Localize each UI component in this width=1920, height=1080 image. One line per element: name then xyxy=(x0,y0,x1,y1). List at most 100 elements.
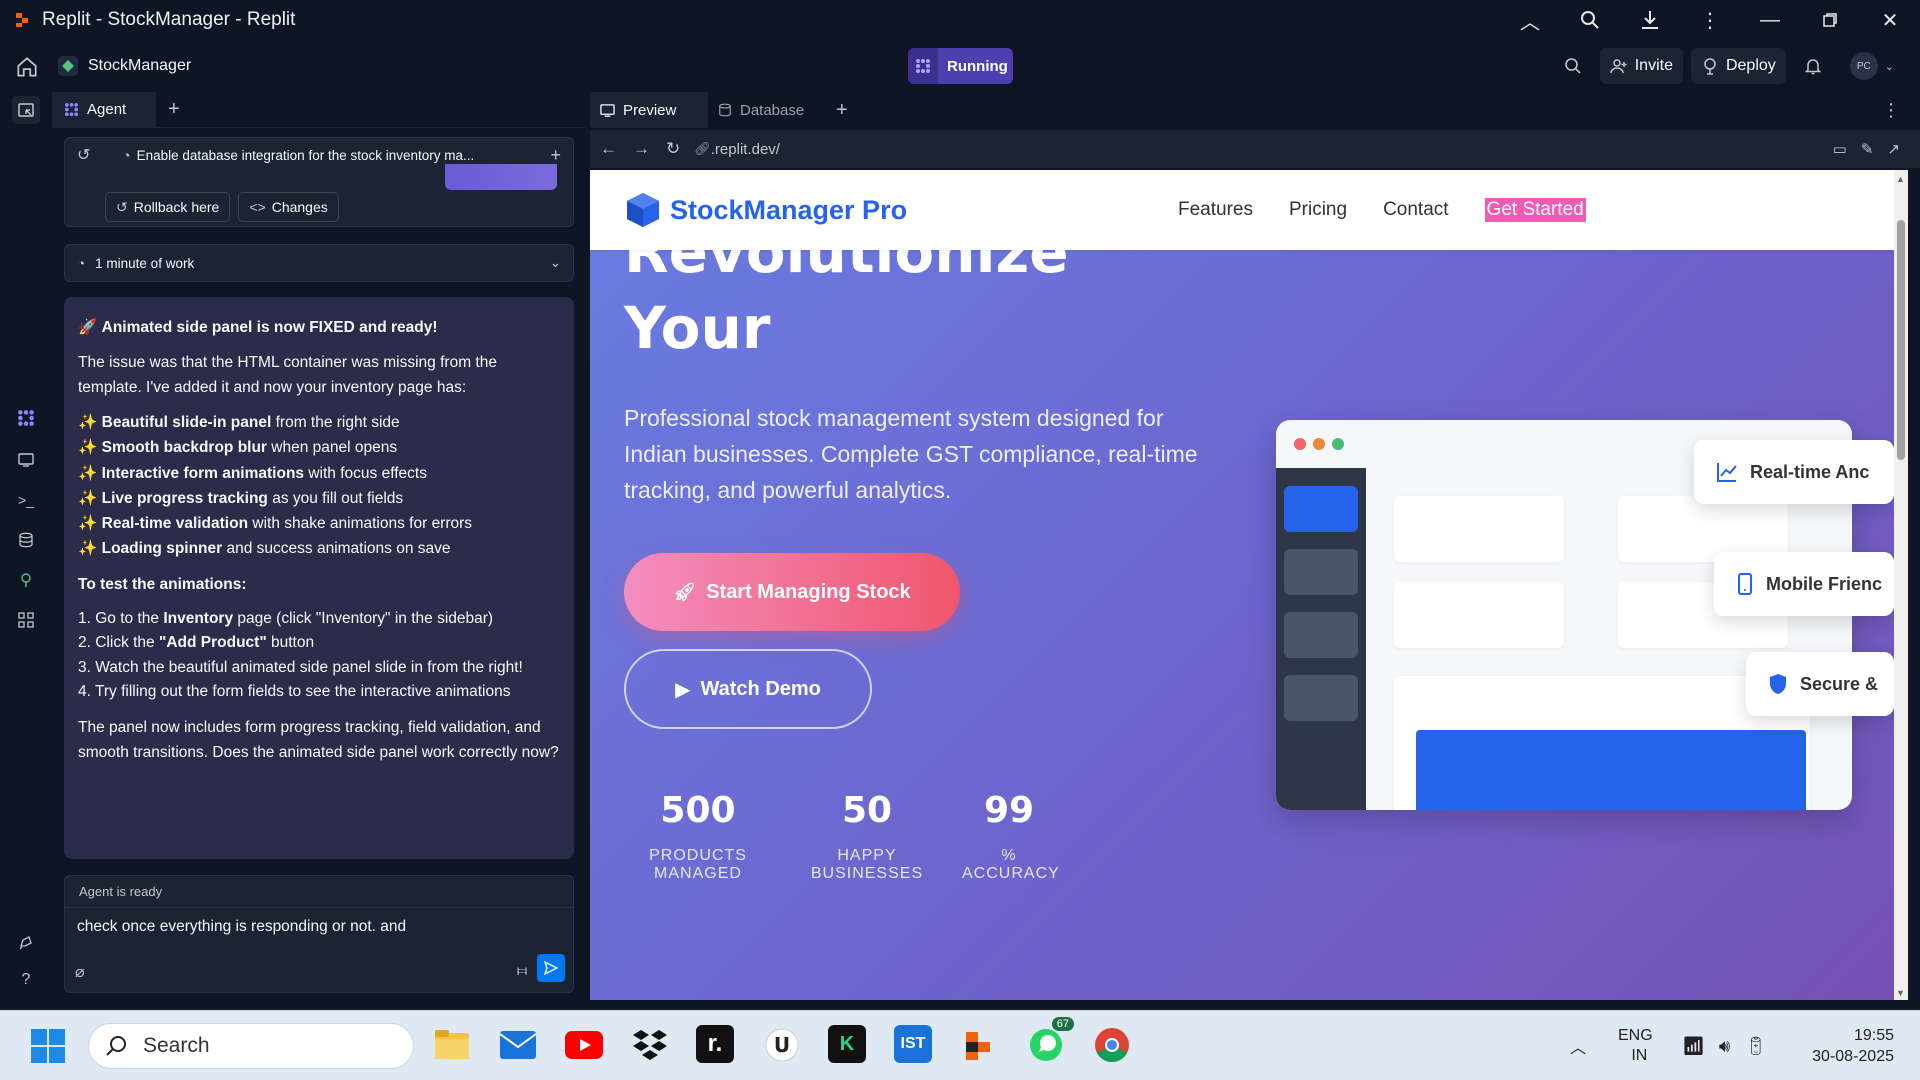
step-text: 1. Go to the xyxy=(78,609,164,627)
windows-start-icon[interactable] xyxy=(28,1026,68,1066)
database-icon xyxy=(719,103,731,117)
preview-icon[interactable] xyxy=(12,446,40,474)
volume-icon[interactable]: 🔊︎ xyxy=(1719,1036,1730,1057)
notifications-button[interactable] xyxy=(1794,48,1832,84)
whatsapp-icon[interactable]: 67 xyxy=(1026,1017,1074,1065)
feature-rest: as you fill out fields xyxy=(267,489,404,507)
new-tab-button[interactable]: + xyxy=(168,98,180,121)
back-icon[interactable]: ← xyxy=(600,139,617,159)
invite-button[interactable]: Invite xyxy=(1599,48,1683,84)
url-input[interactable]: .replit.dev/ xyxy=(711,141,780,158)
wifi-icon[interactable]: 📶︎ xyxy=(1682,1036,1705,1057)
task-title-wrap[interactable]: ◔ Enable database integration for the st… xyxy=(122,148,474,163)
alerts-icon[interactable] xyxy=(12,928,40,956)
tray-overflow-icon[interactable]: ︿ xyxy=(1570,1011,1586,1080)
agent-message: 🚀 Animated side panel is now FIXED and r… xyxy=(64,297,574,859)
search-button[interactable] xyxy=(1554,48,1592,84)
chrome-icon[interactable] xyxy=(1092,1025,1132,1065)
reload-icon[interactable]: ↻ xyxy=(666,139,680,159)
download-icon[interactable] xyxy=(1620,0,1680,40)
devices-icon[interactable]: ▭ xyxy=(1833,140,1847,158)
chevron-up-icon[interactable]: ︿ xyxy=(1500,0,1560,40)
git-icon[interactable] xyxy=(12,566,40,594)
chevron-down-icon[interactable]: ⌄ xyxy=(550,255,561,271)
account-menu[interactable]: PC ⌄ xyxy=(1840,48,1904,84)
ist-app-icon[interactable]: IST xyxy=(894,1025,932,1063)
u-app-icon[interactable]: U xyxy=(762,1025,802,1065)
new-task-icon[interactable]: + xyxy=(550,145,561,166)
shield-icon xyxy=(1770,674,1786,694)
preview-scrollbar[interactable]: ▲ ▼ xyxy=(1894,170,1908,1000)
start-managing-button[interactable]: 🚀︎ Start Managing Stock xyxy=(624,553,960,631)
database-icon[interactable] xyxy=(12,526,40,554)
attach-icon[interactable]: ⌀ xyxy=(75,962,85,982)
rollback-button[interactable]: ↺ Rollback here xyxy=(105,192,231,222)
scrollbar-thumb[interactable] xyxy=(1897,220,1905,460)
pill-label: Secure & xyxy=(1800,673,1879,694)
shell-icon[interactable]: >_ xyxy=(12,486,40,514)
avatar: PC xyxy=(1849,52,1878,80)
all-tools-icon[interactable] xyxy=(12,606,40,634)
list-item: ✨ Interactive form animations with focus… xyxy=(78,461,560,486)
feature-rest: when panel opens xyxy=(266,439,398,457)
mail-icon[interactable] xyxy=(498,1025,538,1065)
agent-icon[interactable] xyxy=(12,404,40,432)
window-title-bar: Replit - StockManager - Replit ︿ ⋮ — ✕ xyxy=(0,0,1920,40)
scroll-down-icon[interactable]: ▼ xyxy=(1896,988,1905,998)
get-started-button[interactable]: Get Started xyxy=(1484,198,1586,222)
replit-taskbar-icon[interactable] xyxy=(960,1025,1000,1065)
stat-value: 50 xyxy=(841,790,893,831)
restore-button[interactable] xyxy=(1800,0,1860,40)
tab-preview[interactable]: Preview xyxy=(590,92,708,128)
feature-bold: Real-time validation xyxy=(101,515,249,533)
taskbar-search[interactable]: Search xyxy=(88,1023,414,1069)
tab-database[interactable]: Database xyxy=(708,92,826,128)
nav-contact[interactable]: Contact xyxy=(1383,199,1448,221)
rollback-label: Rollback here xyxy=(133,199,220,215)
brand-name: StockManager Pro xyxy=(670,194,908,225)
changes-button[interactable]: <> Changes xyxy=(238,192,339,222)
new-tab-button[interactable]: + xyxy=(836,99,848,122)
language-indicator[interactable]: ENG IN xyxy=(1618,1011,1653,1080)
replit-r-icon[interactable]: r. xyxy=(696,1025,734,1063)
file-explorer-icon[interactable] xyxy=(432,1025,472,1065)
stat-value: 99 xyxy=(983,790,1035,831)
layout-toggle-icon[interactable] xyxy=(12,96,40,124)
mobile-icon xyxy=(1738,573,1752,595)
clock[interactable]: 19:55 30-08-2025 xyxy=(1798,1011,1894,1080)
watch-demo-button[interactable]: ▶ Watch Demo xyxy=(624,649,872,729)
more-vertical-icon[interactable]: ⋮ xyxy=(1882,100,1900,121)
close-button[interactable]: ✕ xyxy=(1860,0,1920,40)
scroll-up-icon[interactable]: ▲ xyxy=(1896,174,1905,184)
pycharm-icon[interactable]: K xyxy=(828,1025,866,1063)
work-summary-row[interactable]: ◔ 1 minute of work ⌄ xyxy=(64,244,574,282)
settings-sliders-icon[interactable]: ⧦ xyxy=(517,962,527,980)
minimize-button[interactable]: — xyxy=(1740,0,1800,40)
list-item: 3. Watch the beautiful animated side pan… xyxy=(78,658,523,676)
project-selector[interactable]: StockManager xyxy=(58,52,191,80)
tab-agent[interactable]: Agent xyxy=(52,91,156,128)
home-icon[interactable] xyxy=(14,54,40,80)
dropbox-icon[interactable] xyxy=(630,1025,670,1065)
forward-icon[interactable]: → xyxy=(633,139,650,159)
more-vertical-icon[interactable]: ⋮ xyxy=(1680,0,1740,40)
site-brand[interactable]: StockManager Pro xyxy=(624,191,907,229)
help-icon[interactable]: ? xyxy=(12,966,40,994)
zoom-icon[interactable] xyxy=(1560,0,1620,40)
workspace-header: StockManager Running Invite Deploy PC ⌄ xyxy=(0,40,1920,92)
agent-input[interactable]: check once everything is responding or n… xyxy=(65,908,573,946)
nav-features[interactable]: Features xyxy=(1178,199,1253,221)
battery-icon[interactable]: 🔋︎ xyxy=(1744,1036,1767,1057)
sparkle-icon: ✨ xyxy=(78,515,98,533)
send-button[interactable] xyxy=(537,954,565,982)
devtools-icon[interactable]: ✎ xyxy=(1861,140,1874,158)
open-external-icon[interactable]: ↗ xyxy=(1887,140,1900,158)
feature-bold: Smooth backdrop blur xyxy=(101,439,267,457)
run-button[interactable]: Running xyxy=(908,48,1013,84)
system-tray-icons[interactable]: 📶︎ 🔊︎ 🔋︎ xyxy=(1682,1011,1767,1080)
feature-pill-realtime: Real-time Anc xyxy=(1694,440,1894,504)
youtube-icon[interactable] xyxy=(564,1025,604,1065)
nav-pricing[interactable]: Pricing xyxy=(1289,199,1347,221)
history-icon[interactable]: ↺ xyxy=(77,145,90,165)
deploy-button[interactable]: Deploy xyxy=(1690,48,1786,84)
